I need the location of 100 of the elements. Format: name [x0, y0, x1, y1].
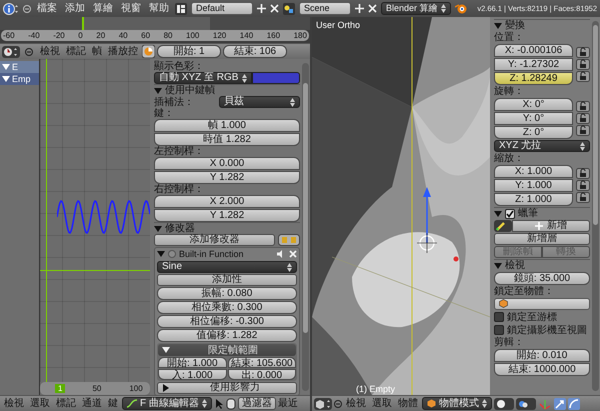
- number-field[interactable]: X 2.000: [154, 195, 300, 208]
- pointer-icon[interactable]: [214, 398, 224, 410]
- channel-row[interactable]: E: [0, 61, 39, 73]
- menu-item[interactable]: 鍵: [106, 398, 120, 410]
- influence-toggle[interactable]: 使用影響力: [157, 382, 297, 394]
- section-title[interactable]: 變換: [505, 20, 525, 31]
- number-field[interactable]: Z: 1.000: [494, 193, 573, 206]
- channel-row[interactable]: Emp: [0, 73, 39, 85]
- keying-icon[interactable]: [142, 45, 155, 58]
- menu-item[interactable]: 檢視: [344, 398, 368, 410]
- number-field[interactable]: 相位偏移: -0.300: [157, 315, 297, 328]
- clock-icon[interactable]: [2, 46, 20, 58]
- number-field[interactable]: X: 1.000: [494, 165, 573, 178]
- lock-icon[interactable]: [576, 125, 590, 136]
- close-icon[interactable]: [270, 4, 279, 13]
- pivot-icon[interactable]: [516, 398, 536, 410]
- lock-icon[interactable]: [576, 101, 590, 112]
- menu-item[interactable]: 標記: [64, 46, 88, 58]
- menu-item[interactable]: 算繪: [91, 2, 115, 14]
- number-field[interactable]: 結束: 1000.000: [494, 363, 590, 376]
- lock-icon[interactable]: [576, 168, 590, 179]
- add-button[interactable]: 添加修改器: [154, 234, 275, 246]
- menu-item[interactable]: 選取: [370, 398, 394, 410]
- number-field[interactable]: 開始: 1.000: [158, 357, 226, 368]
- arrow-icon[interactable]: [554, 398, 566, 410]
- number-field[interactable]: Y: 0°: [494, 112, 573, 125]
- section-title[interactable]: 蠟筆: [518, 208, 538, 219]
- lock-icon[interactable]: [576, 180, 590, 191]
- number-field[interactable]: 入: 1.000: [158, 369, 226, 380]
- checkbox[interactable]: [494, 312, 504, 322]
- toggle-dot-icon[interactable]: [168, 250, 176, 258]
- section-title[interactable]: 使用中鍵幀: [165, 85, 215, 96]
- number-field[interactable]: X: 0°: [494, 98, 573, 111]
- scrollbar[interactable]: [592, 21, 599, 391]
- plus-icon[interactable]: [257, 4, 266, 13]
- layout-name-field[interactable]: Default: [191, 2, 253, 15]
- mode-dropdown[interactable]: 物體模式: [422, 397, 492, 410]
- color-swatch[interactable]: [252, 72, 300, 84]
- render-engine-dropdown[interactable]: Blender 算繪: [381, 2, 451, 15]
- number-field[interactable]: Z: 1.28249: [494, 72, 573, 85]
- info-icon[interactable]: [3, 2, 19, 14]
- checkbox[interactable]: [494, 325, 504, 335]
- number-field[interactable]: X 0.000: [154, 157, 300, 170]
- number-field[interactable]: 結束: 105.600: [228, 357, 296, 368]
- menu-item[interactable]: 檢視: [2, 398, 26, 410]
- copy-paste-icon[interactable]: [278, 234, 300, 246]
- collapsed-triangle-icon[interactable]: [162, 384, 170, 392]
- color-mode-dropdown[interactable]: 自動 XYZ 至 RGB: [154, 72, 252, 84]
- expand-triangle-icon[interactable]: [154, 224, 162, 232]
- interpolation-dropdown[interactable]: 貝茲: [219, 96, 300, 108]
- section-title[interactable]: 檢視: [505, 260, 525, 271]
- start-frame-field[interactable]: 開始: 1: [157, 45, 221, 58]
- menu-item[interactable]: 通道: [80, 398, 104, 410]
- pencil-icon[interactable]: [494, 220, 512, 232]
- menu-item[interactable]: 幫助: [147, 2, 171, 14]
- number-field[interactable]: Y: 1.000: [494, 179, 573, 192]
- scrollbar[interactable]: [302, 63, 309, 391]
- end-frame-field[interactable]: 結束: 106: [223, 45, 287, 58]
- filter-toggle[interactable]: 過濾器: [238, 397, 276, 410]
- expand-triangle-icon[interactable]: [157, 250, 165, 258]
- number-field[interactable]: 出: 0.000: [228, 369, 296, 380]
- number-field[interactable]: 開始: 0.010: [494, 349, 590, 362]
- lock-icon[interactable]: [576, 113, 590, 124]
- checkbox[interactable]: [505, 208, 515, 218]
- number-field[interactable]: 鏡頭: 35.000: [494, 272, 590, 285]
- editor-type-dropdown[interactable]: F 曲線編輯器: [122, 397, 212, 410]
- number-field[interactable]: 幀 1.000: [154, 119, 300, 132]
- menu-item[interactable]: 物體: [396, 398, 420, 410]
- menu-item[interactable]: 播放控: [106, 46, 140, 58]
- rotate-icon[interactable]: [568, 398, 580, 410]
- number-field[interactable]: Y 1.282: [154, 171, 300, 184]
- number-field[interactable]: 時值 1.282: [154, 133, 300, 146]
- number-field[interactable]: Y: -1.27302: [494, 58, 573, 71]
- expand-triangle-icon[interactable]: [154, 86, 162, 94]
- close-icon[interactable]: [368, 4, 377, 13]
- number-field[interactable]: Z: 0°: [494, 126, 573, 139]
- menu-item[interactable]: 幀: [90, 46, 104, 58]
- menu-item[interactable]: 最近: [278, 398, 298, 410]
- object-field[interactable]: [494, 298, 590, 310]
- plus-icon[interactable]: [355, 4, 364, 13]
- menu-item[interactable]: 標記: [54, 398, 78, 410]
- minus-icon[interactable]: [334, 400, 342, 408]
- cube-icon[interactable]: [314, 398, 332, 410]
- layout-icon[interactable]: [175, 2, 187, 14]
- menu-item[interactable]: 視窗: [119, 2, 143, 14]
- number-field[interactable]: 振幅: 0.080: [157, 287, 297, 300]
- section-title[interactable]: 修改器: [165, 223, 195, 234]
- menu-item[interactable]: 檢視: [38, 46, 62, 58]
- scene-icon[interactable]: [283, 2, 295, 14]
- expand-triangle-icon[interactable]: [162, 346, 170, 354]
- menu-item[interactable]: 選取: [28, 398, 52, 410]
- lock-icon[interactable]: [576, 47, 590, 58]
- minus-icon[interactable]: [25, 48, 33, 56]
- number-field[interactable]: 相位乘數: 0.300: [157, 301, 297, 314]
- frame-ruler[interactable]: 1 50 100: [40, 382, 150, 395]
- expand-triangle-icon[interactable]: [494, 262, 502, 270]
- number-field[interactable]: Y 1.282: [154, 209, 300, 222]
- function-dropdown[interactable]: Sine: [157, 261, 297, 273]
- add-button[interactable]: 新增層: [494, 233, 590, 245]
- number-field[interactable]: 值偏移: 1.282: [157, 329, 297, 342]
